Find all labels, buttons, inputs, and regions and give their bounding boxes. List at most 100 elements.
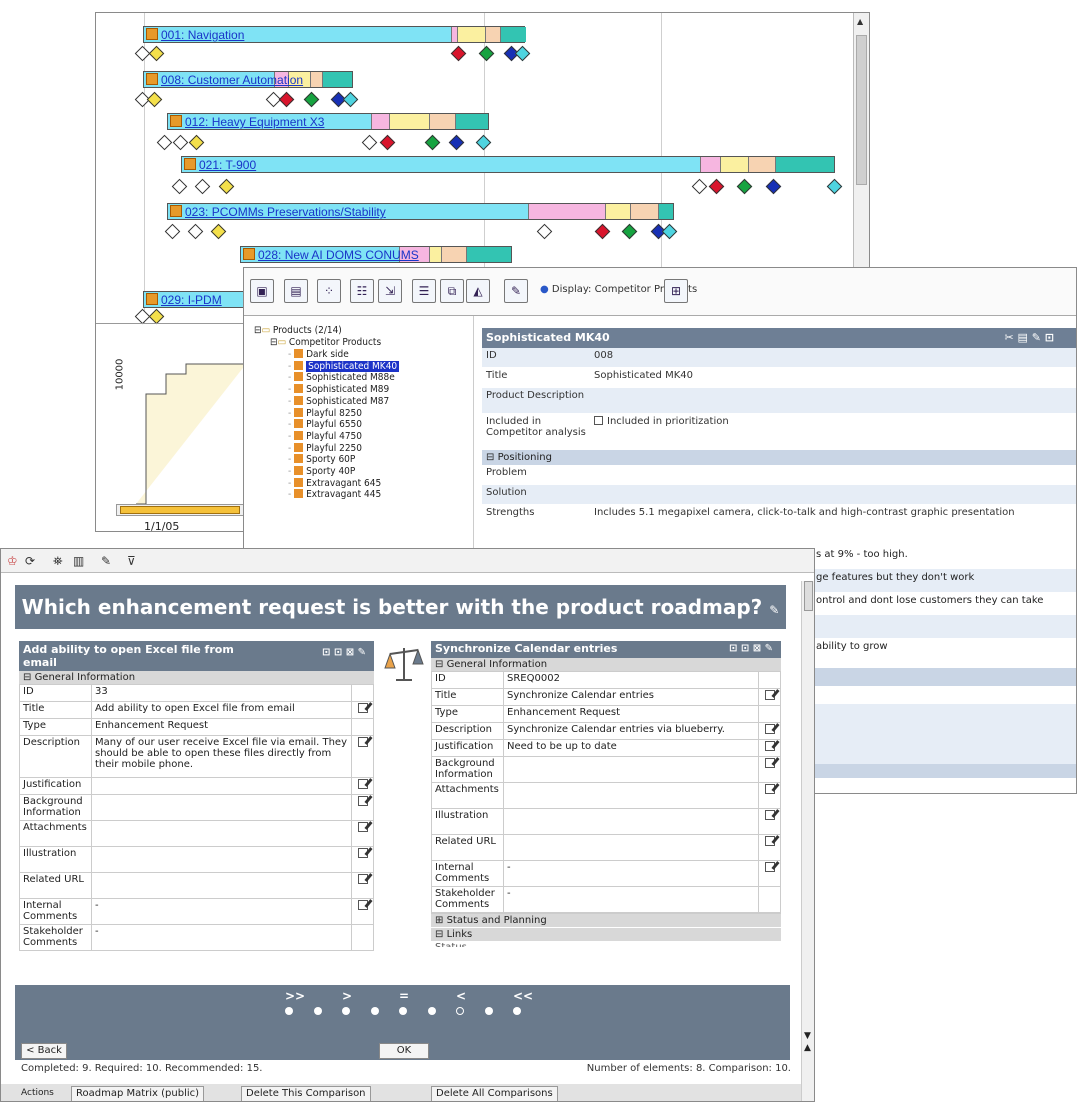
preference-radio[interactable] (342, 1007, 350, 1015)
preference-radio[interactable] (399, 1007, 407, 1015)
project-bar[interactable]: 001: Navigation (143, 26, 526, 43)
delete-this-comparison-tab[interactable]: Delete This Comparison (241, 1086, 371, 1101)
milestone-diamond[interactable] (156, 134, 173, 151)
scroll-down-icon[interactable]: ▼ (804, 1031, 811, 1041)
milestone-diamond[interactable] (475, 134, 492, 151)
milestone-diamond[interactable] (765, 178, 782, 195)
tree-view-icon[interactable]: ▣ (250, 279, 274, 303)
edit-cell[interactable] (758, 688, 781, 706)
tree-item[interactable]: - Extravagant 445 (288, 489, 381, 501)
milestone-diamond[interactable] (424, 134, 441, 151)
edit-icon[interactable] (357, 779, 368, 789)
edit-icon[interactable] (764, 724, 775, 734)
edit-cell[interactable] (351, 898, 374, 925)
milestone-diamond[interactable] (188, 134, 205, 151)
milestone-diamond[interactable] (218, 178, 235, 195)
tree-item[interactable]: - Sophisticated M88e (288, 372, 395, 384)
tree-item[interactable]: - Playful 6550 (288, 419, 362, 431)
edit-icon[interactable]: ✎ (101, 554, 111, 568)
edit-cell[interactable] (758, 739, 781, 757)
edit-icon[interactable] (357, 900, 368, 910)
binoculars-icon[interactable]: ⛯ (53, 554, 63, 569)
project-link-028[interactable]: 028: New AI DOMS CONUMS (243, 248, 419, 262)
edit-icon[interactable] (764, 690, 775, 700)
project-link-012[interactable]: 012: Heavy Equipment X3 (170, 115, 324, 129)
edit-cell[interactable] (758, 722, 781, 740)
positioning-section[interactable]: ⊟ Positioning (482, 450, 1076, 465)
tree-item[interactable]: - Playful 8250 (288, 407, 362, 420)
project-link-001[interactable]: 001: Navigation (146, 28, 244, 42)
milestone-diamond[interactable] (148, 45, 165, 62)
scroll-up-icon[interactable]: ▲ (804, 1043, 811, 1053)
milestone-diamond[interactable] (708, 178, 725, 195)
project-bar[interactable]: 023: PCOMMs Preservations/Stability (167, 203, 674, 220)
right-panel-icons[interactable]: ⊡ ⊡ ⊠ ✎ (729, 643, 773, 654)
scroll-thumb[interactable] (856, 35, 867, 185)
project-link-008[interactable]: 008: Customer Automation (146, 73, 303, 87)
scroll-thumb[interactable] (804, 581, 813, 611)
edit-cell[interactable] (758, 782, 781, 809)
project-link-021[interactable]: 021: T-900 (184, 158, 256, 172)
edit-cell[interactable] (351, 846, 374, 873)
edit-icon[interactable] (357, 703, 368, 713)
milestone-diamond[interactable] (342, 91, 359, 108)
milestone-diamond[interactable] (736, 178, 753, 195)
edit-icon[interactable] (764, 810, 775, 820)
table-view-icon[interactable]: ▤ (284, 279, 308, 303)
preference-radio[interactable] (285, 1007, 293, 1015)
link-icon[interactable]: ⇲ (378, 279, 402, 303)
edit-icon[interactable] (764, 741, 775, 751)
scatter-view-icon[interactable]: ⁘ (317, 279, 341, 303)
edit-cell[interactable] (351, 872, 374, 899)
project-link-029[interactable]: 029: I-PDM (146, 293, 222, 307)
edit-icon[interactable] (357, 874, 368, 884)
milestone-diamond[interactable] (361, 134, 378, 151)
left-panel-icons[interactable]: ⊡ ⊡ ⊠ ✎ (322, 647, 366, 658)
filter-icon[interactable]: ⊞ (664, 279, 688, 303)
edit-icon[interactable] (764, 784, 775, 794)
milestone-diamond[interactable] (661, 223, 678, 240)
milestone-diamond[interactable] (826, 178, 843, 195)
hierarchy-icon[interactable]: ☷ (350, 279, 374, 303)
edit-cell[interactable] (758, 808, 781, 835)
preference-radio[interactable] (427, 1007, 436, 1015)
left-section-general[interactable]: ⊟ General Information (19, 671, 374, 684)
preference-radio[interactable] (484, 1007, 493, 1015)
edit-cell[interactable] (758, 860, 781, 887)
preference-radio[interactable] (513, 1007, 521, 1015)
tree-item[interactable]: - Sophisticated MK40 (288, 360, 400, 373)
milestone-diamond[interactable] (148, 308, 165, 325)
milestone-diamond[interactable] (172, 134, 189, 151)
prioritization-checkbox[interactable] (594, 416, 603, 425)
edit-icon[interactable]: ✎ (504, 279, 528, 303)
project-bar[interactable]: 021: T-900 (181, 156, 835, 173)
milestone-diamond[interactable] (448, 134, 465, 151)
delete-icon[interactable]: ▥ (73, 554, 84, 568)
roadmap-icon[interactable]: ♔ (7, 554, 18, 568)
preference-radio[interactable] (370, 1007, 379, 1015)
project-bar[interactable]: 012: Heavy Equipment X3 (167, 113, 489, 130)
tree-item[interactable]: - Playful 2250 (288, 442, 362, 455)
milestone-diamond[interactable] (514, 45, 531, 62)
links-section[interactable]: ⊟ Links (431, 927, 781, 941)
milestone-diamond[interactable] (621, 223, 638, 240)
list-icon[interactable]: ☰ (412, 279, 436, 303)
comparison-scrollbar[interactable]: ▼ ▲ (801, 581, 814, 1101)
tree-item[interactable]: - Sporty 40P (288, 466, 355, 478)
project-bar[interactable]: 028: New AI DOMS CONUMS (240, 246, 512, 263)
milestone-diamond[interactable] (536, 223, 553, 240)
milestone-diamond[interactable] (171, 178, 188, 195)
project-link-023[interactable]: 023: PCOMMs Preservations/Stability (170, 205, 386, 219)
delete-all-comparisons-tab[interactable]: Delete All Comparisons (431, 1086, 558, 1101)
back-button[interactable]: < Back (21, 1043, 67, 1059)
preference-radio[interactable] (456, 1007, 464, 1015)
milestone-diamond[interactable] (164, 223, 181, 240)
roadmap-matrix-tab[interactable]: Roadmap Matrix (public) (71, 1086, 205, 1101)
edit-icon[interactable] (357, 848, 368, 858)
chart-horizontal-scrollbar[interactable] (116, 504, 246, 516)
edit-cell[interactable] (351, 794, 374, 821)
tree-root[interactable]: ⊟▭ Products (2/14) (254, 325, 342, 337)
edit-cell[interactable] (351, 701, 374, 719)
edit-icon[interactable] (764, 862, 775, 872)
question-edit-icon[interactable]: ✎ (769, 603, 779, 617)
